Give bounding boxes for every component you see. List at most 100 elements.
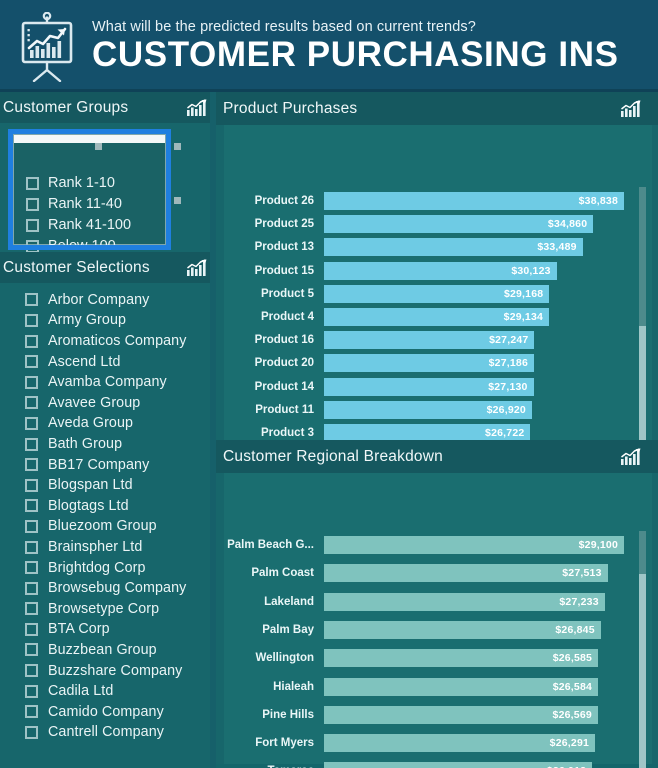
list-item[interactable]: BTA Corp	[0, 619, 216, 640]
list-item[interactable]: BB17 Company	[0, 454, 216, 475]
checkbox-icon[interactable]	[25, 581, 38, 595]
resize-handle[interactable]	[174, 143, 181, 150]
mini-bar-chart-icon[interactable]	[620, 99, 642, 118]
chart-bar-row[interactable]: Product 14 $27,130	[224, 377, 652, 396]
chart-bar-row[interactable]: Lakeland $27,233	[224, 592, 652, 611]
chart-bar[interactable]: $26,845	[324, 620, 601, 639]
checkbox-icon[interactable]	[25, 416, 38, 430]
list-item[interactable]: Browsebug Company	[0, 578, 216, 599]
mini-bar-chart-icon[interactable]	[620, 447, 642, 466]
checkbox-icon[interactable]	[25, 293, 38, 307]
chart-bar[interactable]: $34,860	[324, 215, 594, 234]
checkbox-icon[interactable]	[25, 602, 38, 616]
list-item[interactable]: Army Group	[0, 310, 216, 331]
mini-bar-chart-icon[interactable]	[186, 258, 208, 277]
chart-bar-row[interactable]: Product 15 $30,123	[224, 261, 652, 280]
list-item[interactable]: Arbor Company	[0, 290, 216, 311]
chart-bar[interactable]: $26,584	[324, 677, 599, 696]
list-item[interactable]: Aveda Group	[0, 413, 216, 434]
list-item[interactable]: Camido Company	[0, 701, 216, 722]
checkbox-icon[interactable]	[25, 519, 38, 533]
checkbox-icon[interactable]	[25, 561, 38, 575]
chart-bar[interactable]: $26,291	[324, 734, 596, 753]
list-item[interactable]: Ascend Ltd	[0, 351, 216, 372]
chart-bar-row[interactable]: Product 16 $27,247	[224, 331, 652, 350]
chart-bar[interactable]: $38,838	[324, 192, 624, 210]
chart-bar-row[interactable]: Palm Coast $27,513	[224, 564, 652, 583]
bar-category-label: Fort Myers	[255, 737, 314, 750]
list-item[interactable]: Avavee Group	[0, 393, 216, 414]
list-item[interactable]: Buzzshare Company	[0, 660, 216, 681]
checkbox-icon[interactable]	[25, 396, 38, 410]
chart-bar-row[interactable]: Fort Myers $26,291	[224, 734, 652, 753]
chart-bar-row[interactable]: Product 11 $26,920	[224, 400, 652, 419]
chart-bar[interactable]: $26,585	[324, 649, 599, 668]
checkbox-icon[interactable]	[25, 540, 38, 554]
chart-bar[interactable]: $26,012	[324, 762, 593, 768]
checkbox-icon[interactable]	[25, 375, 38, 389]
checkbox-icon[interactable]	[25, 478, 38, 492]
chart-bar[interactable]: $27,513	[324, 564, 608, 583]
customer-selections-list[interactable]: Amerisourc CorpArbor CompanyArmy GroupAr…	[0, 283, 216, 768]
chart-bar-row[interactable]: Product 26 $38,838	[224, 192, 652, 210]
list-item[interactable]: Cantrell Company	[0, 722, 216, 743]
checkbox-icon[interactable]	[25, 313, 38, 327]
chart-bar[interactable]: $29,168	[324, 284, 550, 303]
list-item[interactable]: Bath Group	[0, 434, 216, 455]
list-item-label: Browsetype Corp	[48, 600, 160, 617]
list-item[interactable]: Browsetype Corp	[0, 599, 216, 620]
chart-bar[interactable]: $29,100	[324, 536, 624, 554]
resize-handle[interactable]	[174, 197, 181, 204]
chart-bar-row[interactable]: Product 13 $33,489	[224, 238, 652, 257]
regional-breakdown-chart[interactable]: Tamiami$25,449Tamarac$26,012Fort Myers$2…	[224, 473, 652, 768]
product-chart-scrollbar[interactable]	[639, 187, 646, 465]
checkbox-icon[interactable]	[25, 643, 38, 657]
chart-bar-row[interactable]: Palm Beach G... $29,100	[224, 536, 652, 554]
checkbox-icon[interactable]	[25, 458, 38, 472]
chart-bar[interactable]: $27,186	[324, 354, 534, 373]
mini-bar-chart-icon[interactable]	[186, 98, 208, 117]
list-item[interactable]: Brightdog Corp	[0, 557, 216, 578]
chart-bar-row[interactable]: Pine Hills $26,569	[224, 705, 652, 724]
checkbox-icon[interactable]	[25, 499, 38, 513]
chart-bar-row[interactable]: Product 4 $29,134	[224, 308, 652, 326]
chart-bar[interactable]: $29,134	[324, 308, 550, 326]
list-item[interactable]: Aromaticos Company	[0, 331, 216, 352]
chart-bar-row[interactable]: Product 5 $29,168	[224, 284, 652, 303]
list-item[interactable]: Cadila Ltd	[0, 681, 216, 702]
chart-bar-row[interactable]: Tamarac$26,012	[224, 762, 652, 768]
checkbox-icon[interactable]	[25, 705, 38, 719]
list-item[interactable]: Blogtags Ltd	[0, 496, 216, 517]
bar-value-label: $38,838	[578, 195, 618, 207]
checkbox-icon[interactable]	[25, 664, 38, 678]
checkbox-icon[interactable]	[25, 437, 38, 451]
chart-bar[interactable]: $33,489	[324, 238, 583, 257]
product-purchases-chart[interactable]: Product 3 $26,722 Product 11 $26,920 Product…	[224, 125, 652, 465]
header-text-block: What will be the predicted results based…	[92, 19, 658, 74]
chart-bar-row[interactable]: Wellington $26,585	[224, 649, 652, 668]
bar-track: $27,186	[324, 354, 624, 373]
chart-bar-row[interactable]: Product 25 $34,860	[224, 215, 652, 234]
chart-bar[interactable]: $30,123	[324, 261, 557, 280]
checkbox-icon[interactable]	[25, 355, 38, 369]
list-item[interactable]: Brainspher Ltd	[0, 537, 216, 558]
scrollbar-thumb[interactable]	[639, 574, 646, 768]
list-item[interactable]: Blogspan Ltd	[0, 475, 216, 496]
chart-bar[interactable]: $26,920	[324, 400, 532, 419]
list-item[interactable]: Bluezoom Group	[0, 516, 216, 537]
checkbox-icon[interactable]	[25, 622, 38, 636]
chart-bar-row[interactable]: Hialeah $26,584	[224, 677, 652, 696]
resize-handle[interactable]	[95, 143, 102, 150]
checkbox-icon[interactable]	[25, 725, 38, 739]
chart-bar[interactable]: $27,130	[324, 377, 534, 396]
chart-bar[interactable]: $26,569	[324, 705, 598, 724]
regional-chart-scrollbar[interactable]	[639, 531, 646, 768]
checkbox-icon[interactable]	[25, 334, 38, 348]
checkbox-icon[interactable]	[25, 684, 38, 698]
chart-bar[interactable]: $27,233	[324, 592, 605, 611]
chart-bar-row[interactable]: Product 20 $27,186	[224, 354, 652, 373]
list-item[interactable]: Avamba Company	[0, 372, 216, 393]
chart-bar[interactable]: $27,247	[324, 331, 535, 350]
list-item[interactable]: Buzzbean Group	[0, 640, 216, 661]
chart-bar-row[interactable]: Palm Bay $26,845	[224, 620, 652, 639]
